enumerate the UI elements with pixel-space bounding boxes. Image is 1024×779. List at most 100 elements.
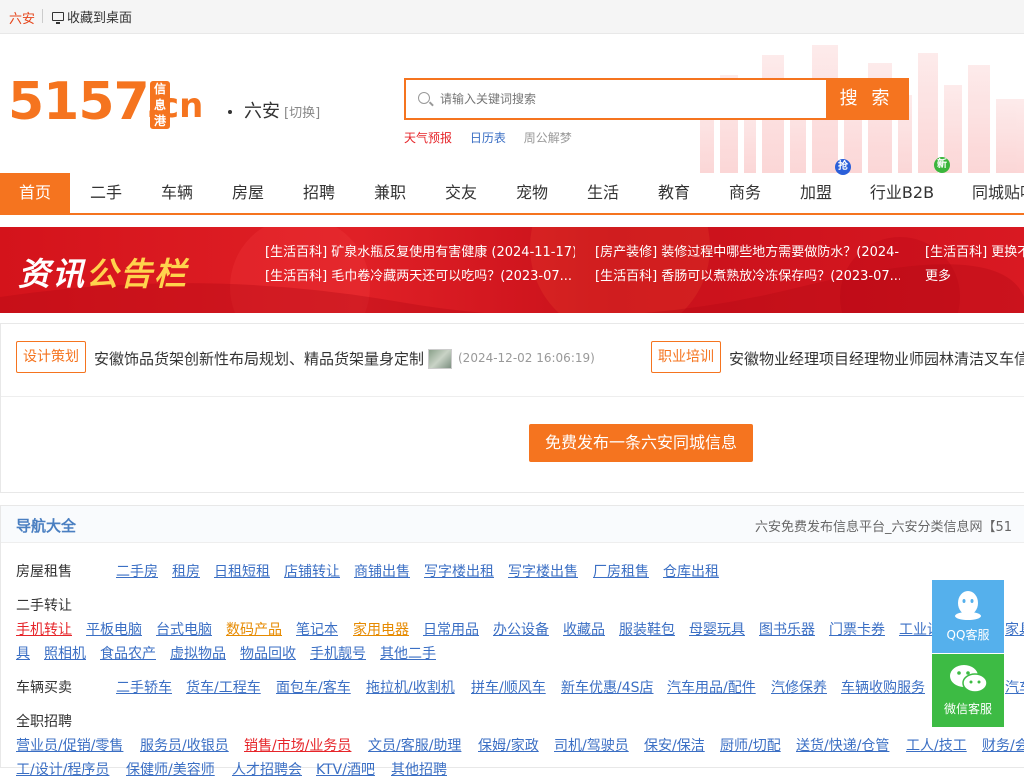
category-link[interactable]: 写字楼出售 [508,561,578,581]
category-link[interactable]: 手机转让 [16,619,72,639]
category-link[interactable]: 母婴玩具 [689,619,745,639]
category-link[interactable]: 其他二手 [380,643,436,663]
category-link[interactable]: 厨师/切配 [720,735,781,755]
category-link[interactable]: 新车优惠/4S店 [561,677,654,697]
nav-item-parttime[interactable]: 兼职 [355,173,425,213]
search-button[interactable]: 搜 索 [826,80,907,118]
category-link[interactable]: 财务/会 [982,735,1024,755]
category-link[interactable]: 送货/快递/仓管 [796,735,889,755]
category-link[interactable]: 销售/市场/业务员 [244,735,351,755]
category-link[interactable]: 店铺转让 [284,561,340,581]
category-link[interactable]: 图书乐器 [759,619,815,639]
category-link[interactable]: 手机靓号 [310,643,366,663]
category-link[interactable]: 汽修保养 [771,677,827,697]
category-link[interactable]: 仓库出租 [663,561,719,581]
category-link[interactable]: 车辆收购服务 [841,677,925,697]
ad-title-link[interactable]: 安徽物业经理项目经理物业师园林清洁叉车信 [729,348,1024,369]
search-input[interactable] [406,80,828,118]
category-link[interactable]: 拖拉机/收割机 [366,677,455,697]
category-link[interactable]: 服装鞋包 [619,619,675,639]
category-link[interactable]: 二手房 [116,561,158,581]
nav-item-b2b[interactable]: 行业B2B [860,173,944,213]
category-link[interactable]: 面包车/客车 [276,677,351,697]
banner-news-link[interactable]: [生活百科] 更换不 [925,241,1024,260]
category-link[interactable]: 租房 [172,561,200,581]
header: 5157 .cn 信息港 六安[切换] 搜 索 天气预报 日历表 周公解梦 [0,35,1024,173]
category-link[interactable]: 台式电脑 [156,619,212,639]
category-link[interactable]: 收藏品 [563,619,605,639]
category-link[interactable]: 写字楼出租 [424,561,494,581]
category-link[interactable]: 保健师/美容师 [126,759,215,779]
wechat-service-button[interactable]: 微信客服 [932,654,1004,727]
nav-item-life[interactable]: 生活 [568,173,638,213]
publish-button[interactable]: 免费发布一条六安同城信息 [529,424,753,462]
nav-directory-title: 导航大全 [16,517,77,535]
category-link[interactable]: 保姆/家政 [478,735,539,755]
nav-item-housing[interactable]: 房屋 [213,173,283,213]
nav-item-home[interactable]: 首页 [0,173,70,213]
category-link[interactable]: 拼车/顺风车 [471,677,546,697]
banner-news-link[interactable]: [生活百科] 香肠可以煮熟放冷冻保存吗？(2023-07... [595,265,900,284]
nav-item-jobs[interactable]: 招聘 [284,173,354,213]
qq-service-button[interactable]: QQ客服 [932,580,1004,653]
banner-news-link[interactable]: [生活百科] 毛巾卷冷藏两天还可以吃吗？(2023-07... [265,265,575,284]
category-link[interactable]: 笔记本 [296,619,338,639]
ad-thumbnail[interactable] [428,349,452,369]
nav-item-secondhand[interactable]: 二手 [71,173,141,213]
category-link[interactable]: 营业员/促销/零售 [16,735,123,755]
banner-news-link[interactable]: [房产装修] 装修过程中哪些地方需要做防水？(2024-... [595,241,900,260]
category-label: 二手转让 [16,598,72,614]
monitor-icon [52,12,64,24]
category-link[interactable]: 货车/工程车 [186,677,261,697]
category-link[interactable]: 家用电器 [353,619,409,639]
category-link[interactable]: 虚拟物品 [170,643,226,663]
category-link[interactable]: 日租短租 [214,561,270,581]
category-link[interactable]: 工人/技工 [906,735,967,755]
banner-news-link[interactable]: [生活百科] 矿泉水瓶反复使用有害健康 (2024-11-17) [265,241,575,260]
nav-item-pets[interactable]: 宠物 [497,173,567,213]
category-link[interactable]: 保安/保洁 [644,735,705,755]
category-link[interactable]: 物品回收 [240,643,296,663]
category-link[interactable]: 人才招聘会 [232,759,302,779]
ad-date: (2024-12-02 16:06:19) [458,351,595,365]
category-link[interactable]: 照相机 [44,643,86,663]
ad-category-tag[interactable]: 设计策划 [16,341,86,373]
category-link[interactable]: 食品农产 [100,643,156,663]
banner-more-link[interactable]: 更多 [925,265,985,284]
category-link[interactable]: 门票卡券 [829,619,885,639]
nav-item-dating[interactable]: 交友 [426,173,496,213]
nav-item-forum[interactable]: 同城贴吧 [960,173,1024,213]
category-link[interactable]: 厂房租售 [593,561,649,581]
category-link[interactable]: 服务员/收银员 [140,735,229,755]
calendar-link[interactable]: 日历表 [470,131,506,145]
category-link[interactable]: 汽车 [1005,677,1024,697]
wechat-service-label: 微信客服 [943,702,992,716]
category-link[interactable]: 文员/客服/助理 [368,735,461,755]
add-to-desktop-link[interactable]: 收藏到桌面 [52,7,132,26]
qq-service-label: QQ客服 [946,628,990,642]
category-link[interactable]: 其他招聘 [391,759,447,779]
nav-item-business[interactable]: 商务 [710,173,780,213]
category-link[interactable]: 平板电脑 [86,619,142,639]
category-link[interactable]: 家具 [1005,619,1024,639]
ad-title-link[interactable]: 安徽饰品货架创新性布局规划、精品货架量身定制 [94,348,424,369]
category-link[interactable]: 司机/驾驶员 [554,735,629,755]
category-link[interactable]: 商铺出售 [354,561,410,581]
category-link[interactable]: KTV/酒吧 [316,759,375,779]
weather-link[interactable]: 天气预报 [404,131,452,145]
nav-item-franchise[interactable]: 加盟 [781,173,851,213]
category-link[interactable]: 日常用品 [423,619,479,639]
nav-item-education[interactable]: 教育 [639,173,709,213]
switch-city-link[interactable]: [切换] [284,106,320,121]
top-city-link[interactable]: 六安 [9,8,35,27]
nav-directory-subtitle: 六安免费发布信息平台_六安分类信息网【51 [755,520,1013,535]
category-link[interactable]: 汽车用品/配件 [667,677,756,697]
category-link[interactable]: 办公设备 [493,619,549,639]
dream-link[interactable]: 周公解梦 [524,131,572,145]
category-link[interactable]: 具 [16,643,30,663]
category-link[interactable]: 二手轿车 [116,677,172,697]
category-link[interactable]: 工/设计/程序员 [16,759,109,779]
category-link[interactable]: 数码产品 [226,619,282,639]
ad-category-tag[interactable]: 职业培训 [651,341,721,373]
nav-item-vehicles[interactable]: 车辆 [142,173,212,213]
